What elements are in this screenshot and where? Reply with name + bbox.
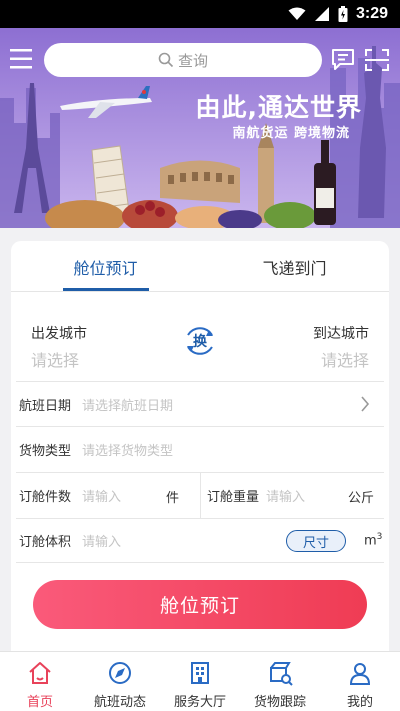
- destination-city-placeholder: 请选择: [320, 351, 369, 370]
- active-tab-indicator: [63, 288, 149, 291]
- battery-icon: [338, 6, 348, 22]
- destination-city-label: 到达城市: [313, 326, 369, 342]
- tab-home[interactable]: 首页: [0, 652, 80, 711]
- banner-headline: 由此,通达世界: [195, 93, 362, 122]
- volume-unit: m3: [364, 532, 383, 549]
- volume-input[interactable]: 请输入: [82, 531, 121, 550]
- volume-row: 订舱体积 请输入 尺寸 m3: [16, 518, 384, 563]
- banner-subline: 南航货运 跨境物流: [232, 126, 350, 141]
- search-bar[interactable]: 查询: [44, 43, 322, 77]
- tab-service-hall[interactable]: 服务大厅: [160, 652, 240, 711]
- flight-date-label: 航班日期: [19, 398, 72, 414]
- flight-date-placeholder: 请选择航班日期: [82, 398, 174, 414]
- cargo-type-label: 货物类型: [19, 443, 72, 459]
- weight-label: 订舱重量: [207, 489, 260, 505]
- pieces-unit: 件: [166, 491, 180, 506]
- cargo-type-row[interactable]: 货物类型 请选择货物类型: [16, 426, 384, 471]
- cargo-tracking-icon: [270, 662, 293, 686]
- scan-button[interactable]: [364, 48, 390, 72]
- search-placeholder: 查询: [177, 51, 208, 70]
- tab-cargo-tracking[interactable]: 货物跟踪: [240, 652, 320, 711]
- pieces-weight-row: 订舱件数 请输入 件 订舱重量 请输入 公斤: [16, 472, 384, 518]
- origin-city-picker[interactable]: 出发城市 请选择: [31, 323, 87, 371]
- menu-icon: [10, 49, 32, 69]
- building-icon: [191, 662, 209, 684]
- clock: 3:29: [355, 5, 388, 22]
- tab-flight-status-label: 航班动态: [93, 695, 146, 710]
- dimensions-button[interactable]: 尺寸: [286, 530, 346, 552]
- cargo-type-placeholder: 请选择货物类型: [82, 443, 174, 459]
- tab-service-hall-label: 服务大厅: [173, 695, 226, 710]
- tab-cabin-booking[interactable]: 舱位预订: [11, 241, 200, 292]
- user-icon: [349, 663, 371, 685]
- tab-profile[interactable]: 我的: [320, 652, 400, 711]
- message-button[interactable]: [330, 48, 356, 72]
- booking-tabs: 舱位预订 飞递到门: [11, 241, 389, 292]
- pieces-input[interactable]: 请输入: [82, 486, 121, 505]
- flight-compass-icon: [109, 662, 131, 684]
- destination-city-picker[interactable]: 到达城市 请选择: [313, 323, 369, 371]
- wifi-icon: [288, 7, 306, 20]
- home-icon: [29, 662, 51, 684]
- tab-cargo-tracking-label: 货物跟踪: [253, 695, 306, 710]
- chevron-right-icon: [361, 396, 370, 412]
- tab-profile-label: 我的: [346, 695, 373, 710]
- search-icon: [158, 52, 174, 68]
- origin-city-label: 出发城市: [31, 326, 87, 342]
- message-icon: [332, 49, 354, 70]
- scan-icon: [365, 49, 389, 71]
- status-bar: 3:29: [0, 0, 400, 28]
- volume-label: 订舱体积: [19, 535, 72, 550]
- row-divider: [200, 473, 201, 518]
- pieces-label: 订舱件数: [19, 489, 72, 505]
- tab-flight-status[interactable]: 航班动态: [80, 652, 160, 711]
- tab-home-label: 首页: [26, 695, 53, 710]
- book-cabin-button[interactable]: 舱位预订: [33, 580, 367, 629]
- swap-cities-button[interactable]: 换: [184, 325, 216, 357]
- booking-card: 舱位预订 飞递到门 出发城市 请选择 换 到达城市 请选择 航班日期 请选择航班…: [11, 241, 389, 661]
- weight-input[interactable]: 请输入: [266, 486, 305, 505]
- bottom-tab-bar: 首页 航班动态 服务大厅 货物跟踪 我的: [0, 651, 400, 711]
- origin-city-placeholder: 请选择: [31, 351, 80, 370]
- weight-unit: 公斤: [348, 491, 375, 506]
- flight-date-row[interactable]: 航班日期 请选择航班日期: [16, 381, 384, 426]
- tab-door-delivery[interactable]: 飞递到门: [200, 241, 389, 292]
- menu-button[interactable]: [8, 46, 36, 72]
- signal-icon: [314, 7, 329, 21]
- top-nav: 查询: [0, 28, 400, 88]
